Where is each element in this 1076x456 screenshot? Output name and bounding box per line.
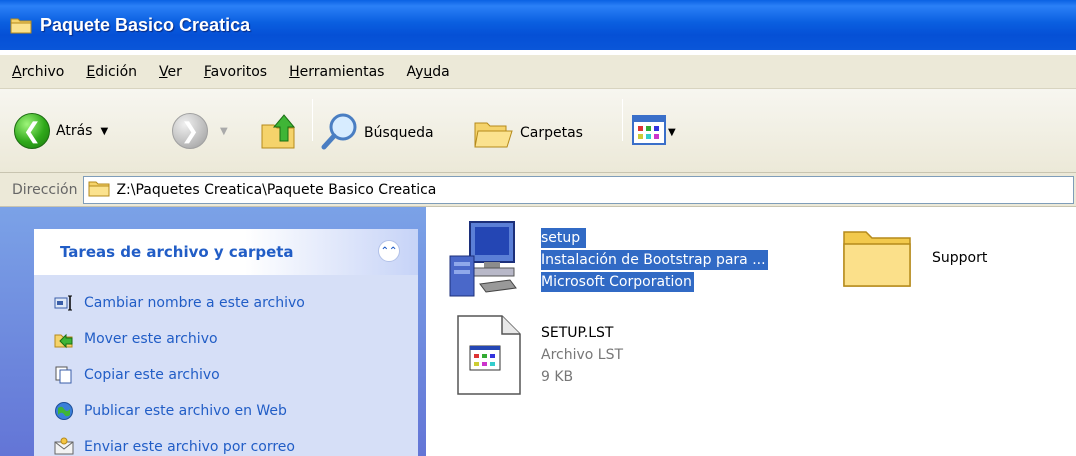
back-dropdown-icon[interactable]: ▼ <box>100 126 108 137</box>
folders-label: Carpetas <box>520 125 583 141</box>
back-arrow-icon: ❮ <box>14 113 50 149</box>
search-icon <box>320 111 360 155</box>
task-pane: Tareas de archivo y carpeta ⌃⌃ Cambiar n… <box>0 207 426 456</box>
task-rename-file[interactable]: Cambiar nombre a este archivo <box>34 285 418 321</box>
file-desc-setup: Instalación de Bootstrap para ... <box>541 250 768 270</box>
file-type-setup-lst: Archivo LST <box>541 347 624 363</box>
forward-button[interactable]: ❯ ▼ <box>172 113 228 149</box>
address-path: Z:\Paquetes Creatica\Paquete Basico Crea… <box>116 181 437 198</box>
email-icon <box>54 437 74 456</box>
file-name-setup: setup <box>541 228 587 248</box>
toolbar-separator-2 <box>622 99 623 141</box>
forward-dropdown-icon[interactable]: ▼ <box>220 126 228 137</box>
folder-icon <box>840 222 916 295</box>
rename-icon <box>54 293 74 313</box>
folder-icon <box>88 179 110 200</box>
copy-icon <box>54 365 74 385</box>
menu-edicion[interactable]: Edición <box>86 64 137 80</box>
move-icon <box>54 329 74 349</box>
search-label: Búsqueda <box>364 125 434 141</box>
folders-icon <box>472 111 514 155</box>
window-title: Paquete Basico Creatica <box>40 14 251 35</box>
toolbar-separator <box>312 99 313 141</box>
publish-web-icon <box>54 401 74 421</box>
task-email-file[interactable]: Enviar este archivo por correo <box>34 429 418 456</box>
back-label: Atrás <box>56 123 93 139</box>
menu-archivo[interactable]: Archivo <box>12 64 64 80</box>
up-folder-button[interactable] <box>258 111 298 155</box>
computer-setup-icon <box>444 218 530 307</box>
document-icon <box>452 312 526 401</box>
views-button[interactable]: ▼ <box>632 115 676 149</box>
search-button[interactable]: Búsqueda <box>320 111 434 155</box>
title-bar[interactable]: Paquete Basico Creatica <box>0 0 1076 50</box>
up-folder-icon <box>258 111 298 155</box>
menu-favoritos[interactable]: Favoritos <box>204 64 267 80</box>
views-icon <box>632 115 666 149</box>
folder-icon <box>10 16 32 34</box>
menu-bar: Archivo Edición Ver Favoritos Herramient… <box>0 55 1076 89</box>
toolbar: ❮ Atrás ▼ ❯ ▼ Búsqueda Carpetas ▼ <box>0 89 1076 173</box>
file-folder-tasks-panel: Tareas de archivo y carpeta ⌃⌃ Cambiar n… <box>34 229 418 456</box>
menu-herramientas[interactable]: Herramientas <box>289 64 384 80</box>
folders-button[interactable]: Carpetas <box>472 111 583 155</box>
task-panel-title: Tareas de archivo y carpeta <box>60 243 294 261</box>
task-list: Cambiar nombre a este archivo Mover este… <box>34 275 418 456</box>
task-copy-file[interactable]: Copiar este archivo <box>34 357 418 393</box>
task-panel-header[interactable]: Tareas de archivo y carpeta ⌃⌃ <box>34 229 418 275</box>
task-publish-web[interactable]: Publicar este archivo en Web <box>34 393 418 429</box>
address-label: Dirección <box>12 181 78 198</box>
file-size-setup-lst: 9 KB <box>541 369 574 385</box>
back-button[interactable]: ❮ Atrás ▼ <box>14 113 108 149</box>
menu-ayuda[interactable]: Ayuda <box>406 64 449 80</box>
collapse-chevron-icon[interactable]: ⌃⌃ <box>378 240 400 262</box>
task-move-file[interactable]: Mover este archivo <box>34 321 418 357</box>
address-input[interactable]: Z:\Paquetes Creatica\Paquete Basico Crea… <box>83 175 1074 204</box>
address-bar: Dirección Z:\Paquetes Creatica\Paquete B… <box>0 173 1076 207</box>
views-dropdown-icon[interactable]: ▼ <box>668 127 676 138</box>
file-name-setup-lst: SETUP.LST <box>541 325 614 341</box>
file-company-setup: Microsoft Corporation <box>541 272 694 292</box>
folder-name-support: Support <box>932 250 988 266</box>
forward-arrow-icon: ❯ <box>172 113 208 149</box>
menu-ver[interactable]: Ver <box>159 64 182 80</box>
